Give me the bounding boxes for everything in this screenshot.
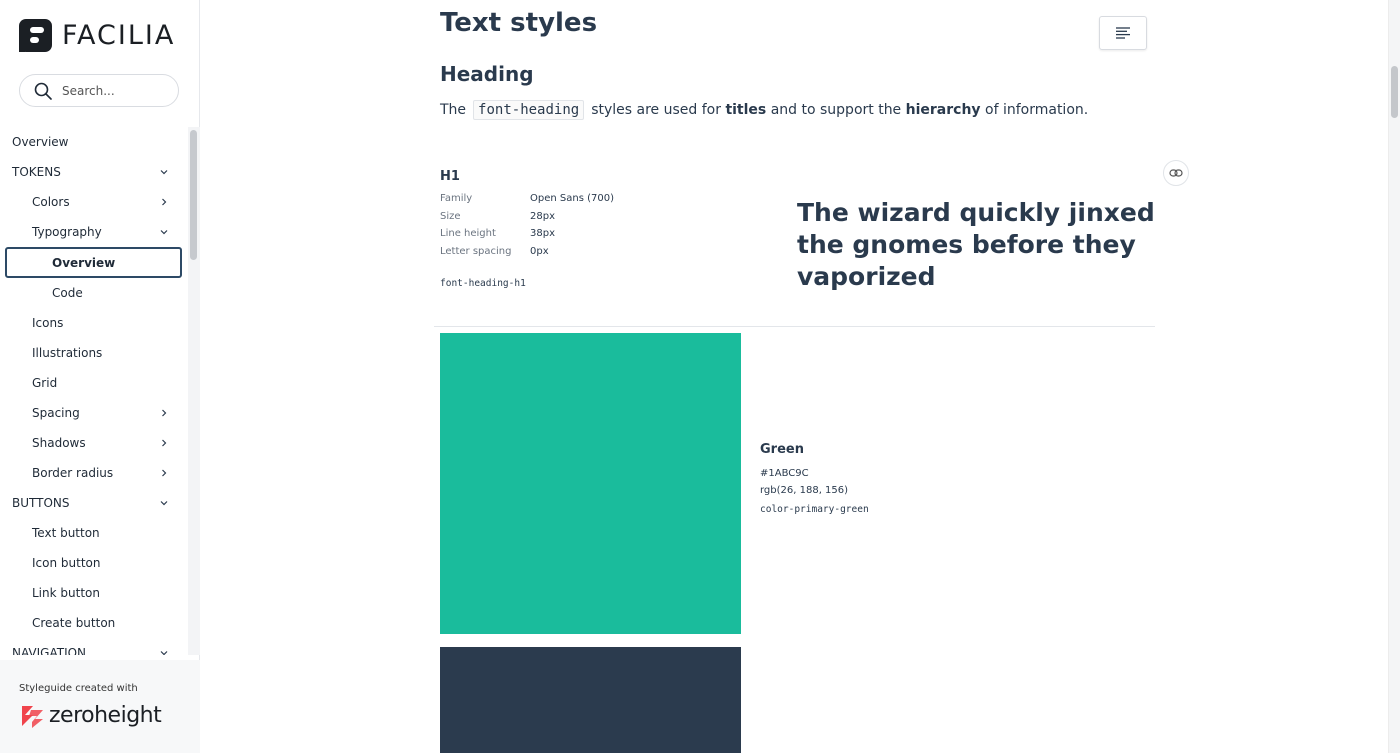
sidebar-item-overview[interactable]: Overview bbox=[0, 127, 188, 157]
sidebar-item-label: Grid bbox=[32, 376, 58, 390]
spec-row: Letter spacing 0px bbox=[440, 246, 614, 264]
page-scrollbar-thumb[interactable] bbox=[1391, 66, 1398, 118]
sidebar-item-illustrations[interactable]: Illustrations bbox=[0, 338, 188, 368]
sidebar-item-label: Spacing bbox=[32, 406, 80, 420]
spec-key: Line height bbox=[440, 228, 496, 239]
sidebar-section-buttons[interactable]: BUTTONS bbox=[0, 488, 188, 518]
table-of-contents-button[interactable] bbox=[1099, 16, 1147, 50]
sidebar-item-label: Overview bbox=[52, 255, 116, 270]
intro-bold: hierarchy bbox=[905, 102, 981, 118]
sidebar-section-tokens[interactable]: TOKENS bbox=[0, 157, 188, 187]
link-icon bbox=[1169, 169, 1183, 177]
inline-code: font-heading bbox=[473, 100, 585, 120]
sidebar-item-icon-button[interactable]: Icon button bbox=[0, 548, 188, 578]
brand-logo[interactable]: FACILIA bbox=[19, 18, 175, 52]
sidebar-item-colors[interactable]: Colors bbox=[0, 187, 188, 217]
spec-key: Letter spacing bbox=[440, 245, 512, 257]
facilia-logo-icon bbox=[19, 18, 52, 52]
menu-lines-icon bbox=[1116, 27, 1130, 39]
color-swatch-next bbox=[440, 647, 741, 753]
section-heading: Heading bbox=[440, 62, 534, 86]
sidebar-item-border-radius[interactable]: Border radius bbox=[0, 458, 188, 488]
color-token-name[interactable]: color-primary-green bbox=[760, 504, 869, 515]
spec-row: Size 28px bbox=[440, 211, 614, 229]
color-hex[interactable]: #1ABC9C bbox=[760, 468, 809, 479]
chevron-down-icon bbox=[160, 230, 168, 235]
sidebar-item-label: Icon button bbox=[32, 556, 101, 570]
search-icon bbox=[34, 82, 52, 100]
intro-text: and to support the bbox=[770, 102, 902, 118]
sidebar-item-label: Shadows bbox=[32, 436, 86, 450]
sidebar-item-label: Text button bbox=[32, 526, 100, 540]
chevron-down-icon bbox=[160, 651, 168, 655]
sidebar-item-label: Colors bbox=[32, 195, 70, 209]
intro-text: styles are used for bbox=[591, 102, 721, 118]
color-swatch-green bbox=[440, 333, 741, 634]
spec-row: Line height 38px bbox=[440, 228, 614, 246]
style-token-name[interactable]: font-heading-h1 bbox=[440, 278, 526, 289]
sidebar-item-typography-code[interactable]: Code bbox=[0, 278, 188, 308]
sidebar-item-typography[interactable]: Typography bbox=[0, 217, 188, 247]
spec-value: 38px bbox=[530, 228, 555, 239]
sidebar-item-label: Overview bbox=[12, 135, 69, 149]
brand-name: FACILIA bbox=[62, 19, 176, 51]
chevron-right-icon bbox=[162, 439, 167, 447]
intro-text: The bbox=[440, 102, 467, 118]
chevron-right-icon bbox=[162, 198, 167, 206]
chevron-down-icon bbox=[160, 501, 168, 506]
style-spec-table: Family Open Sans (700) Size 28px Line heig… bbox=[440, 193, 614, 263]
page-title: Text styles bbox=[440, 8, 598, 38]
sidebar-item-grid[interactable]: Grid bbox=[0, 368, 188, 398]
sidebar-item-shadows[interactable]: Shadows bbox=[0, 428, 188, 458]
spec-value: 0px bbox=[530, 245, 549, 257]
spec-row: Family Open Sans (700) bbox=[440, 193, 614, 211]
sidebar-item-label: NAVIGATION bbox=[12, 646, 87, 655]
zeroheight-logo[interactable]: zeroheight bbox=[19, 702, 162, 728]
sidebar-item-label: BUTTONS bbox=[12, 496, 70, 510]
footer-credit-text: Styleguide created with bbox=[19, 683, 138, 694]
sidebar-nav: Overview TOKENS Colors Typography Overvi… bbox=[0, 127, 188, 655]
color-rgb[interactable]: rgb(26, 188, 156) bbox=[760, 485, 848, 496]
chevron-right-icon bbox=[162, 409, 167, 417]
style-label: H1 bbox=[440, 169, 460, 184]
sidebar-item-label: Icons bbox=[32, 316, 64, 330]
sidebar-item-text-button[interactable]: Text button bbox=[0, 518, 188, 548]
sidebar-footer: Styleguide created with zeroheight bbox=[0, 660, 200, 753]
intro-bold: titles bbox=[725, 102, 767, 118]
intro-text: of information. bbox=[985, 102, 1089, 118]
sidebar: FACILIA Overview TOKENS Colors Typograph… bbox=[0, 0, 200, 753]
sidebar-scrollbar-thumb[interactable] bbox=[190, 130, 197, 260]
sidebar-item-link-button[interactable]: Link button bbox=[0, 578, 188, 608]
intro-paragraph: The font-heading styles are used for tit… bbox=[440, 100, 1088, 120]
zeroheight-logo-icon bbox=[22, 706, 43, 728]
spec-key: Family bbox=[440, 193, 473, 204]
sidebar-item-label: Typography bbox=[32, 225, 102, 239]
sidebar-item-label: Code bbox=[52, 286, 83, 300]
color-name: Green bbox=[760, 442, 804, 457]
main-content: Text styles Heading The font-heading sty… bbox=[201, 0, 1388, 753]
spec-key: Size bbox=[440, 210, 461, 222]
sidebar-item-label: Illustrations bbox=[32, 346, 103, 360]
sidebar-item-label: Border radius bbox=[32, 466, 114, 480]
type-sample: The wizard quickly jinxed the gnomes bef… bbox=[797, 198, 1155, 291]
section-divider bbox=[434, 326, 1155, 327]
chevron-right-icon bbox=[162, 469, 167, 477]
spec-value: Open Sans (700) bbox=[530, 193, 614, 204]
zeroheight-wordmark: zeroheight bbox=[49, 702, 162, 728]
sidebar-section-navigation[interactable]: NAVIGATION bbox=[0, 638, 188, 655]
search-box[interactable] bbox=[19, 74, 179, 107]
sidebar-item-label: TOKENS bbox=[12, 165, 61, 179]
sidebar-item-typography-overview[interactable]: Overview bbox=[5, 247, 182, 278]
copy-link-button[interactable] bbox=[1163, 160, 1189, 186]
sidebar-item-label: Create button bbox=[32, 616, 116, 630]
sidebar-item-label: Link button bbox=[32, 586, 100, 600]
sidebar-item-icons[interactable]: Icons bbox=[0, 308, 188, 338]
spec-value: 28px bbox=[530, 210, 555, 222]
chevron-down-icon bbox=[160, 170, 168, 175]
sidebar-item-spacing[interactable]: Spacing bbox=[0, 398, 188, 428]
sidebar-item-create-button[interactable]: Create button bbox=[0, 608, 188, 638]
search-input[interactable] bbox=[62, 83, 162, 98]
